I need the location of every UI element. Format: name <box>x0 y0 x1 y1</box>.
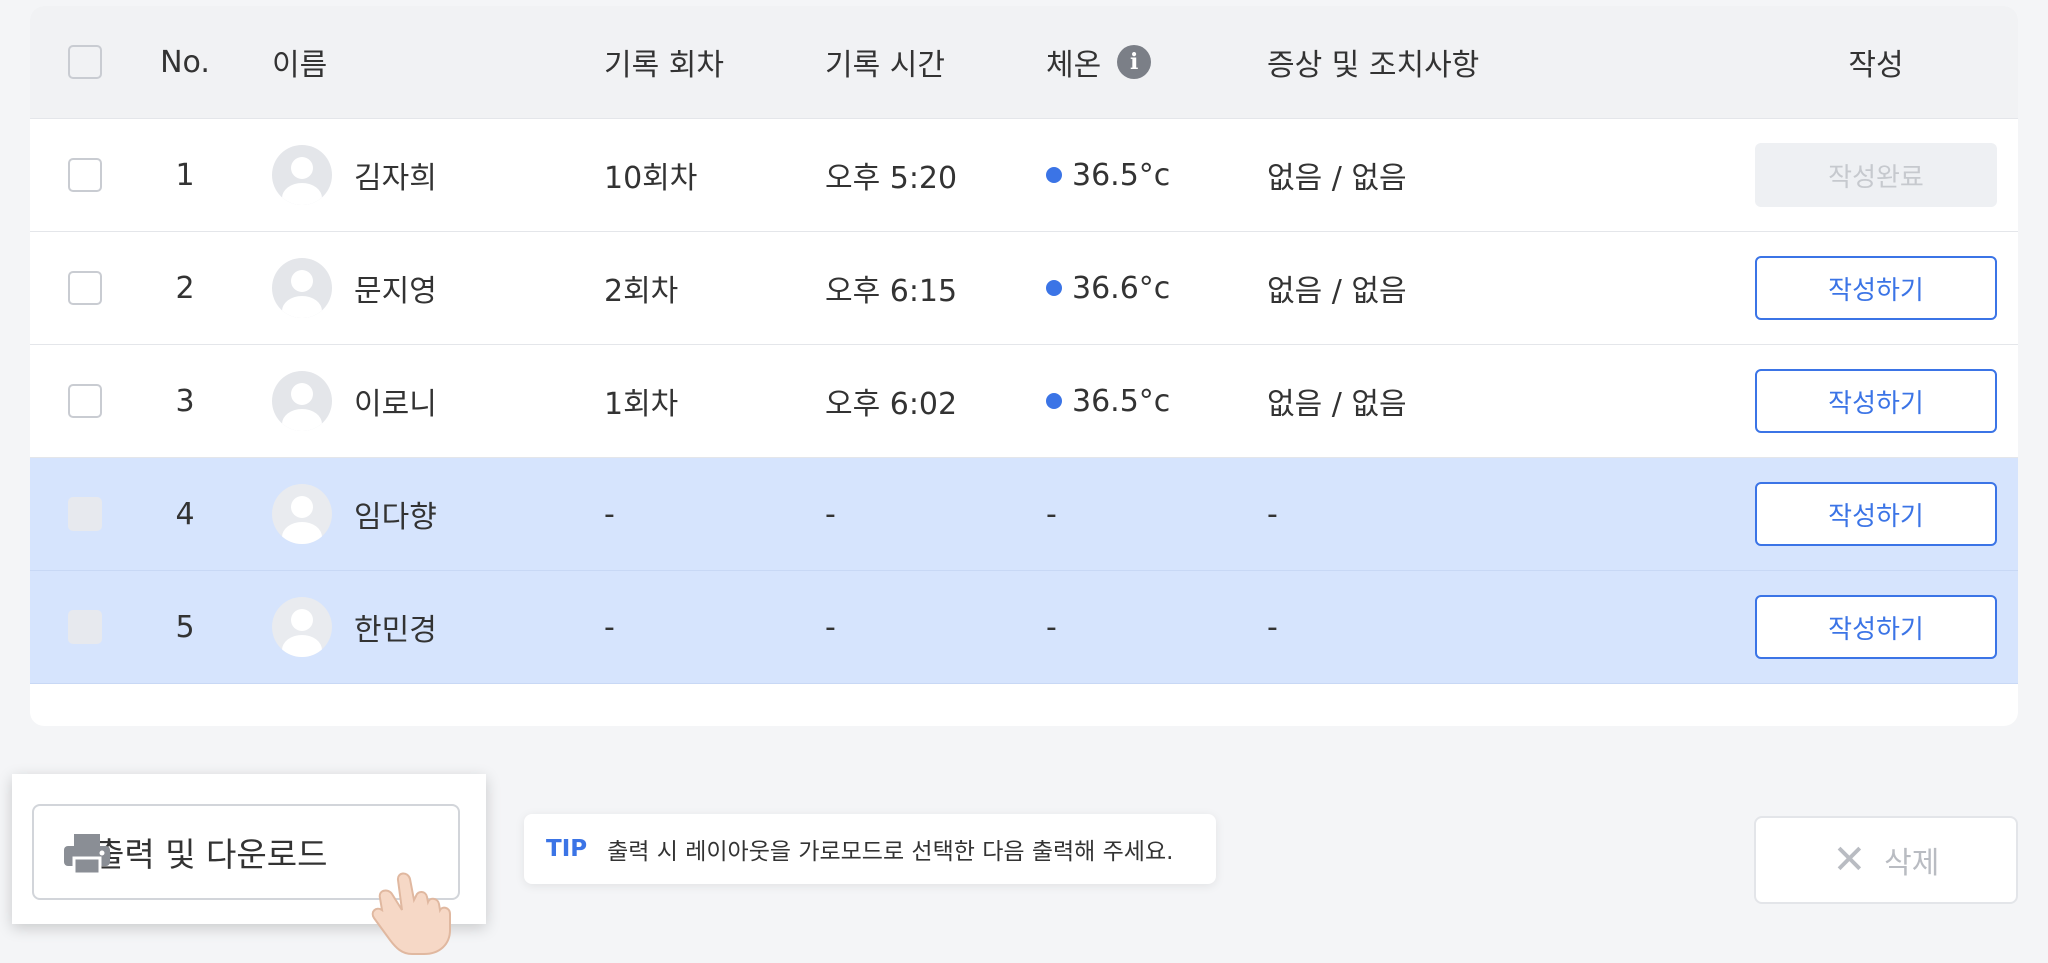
row-name-cell: 한민경 <box>272 571 437 683</box>
row-round: - <box>604 496 615 532</box>
row-temp-cell: 36.5°c <box>1046 119 1170 231</box>
header-action: 작성 <box>1848 48 1904 83</box>
row-no: 1 <box>175 157 195 193</box>
row-action-cell: 작성하기 <box>1754 345 1998 457</box>
info-icon[interactable]: i <box>1117 45 1152 79</box>
tip-text: 출력 시 레이아웃을 가로모드로 선택한 다음 출력해 주세요. <box>607 839 1174 865</box>
write-done-button: 작성완료 <box>1755 143 1997 207</box>
row-action-cell: 작성하기 <box>1754 571 1998 683</box>
user-avatar-icon <box>272 371 332 431</box>
row-name-cell: 이로니 <box>272 345 437 457</box>
temp-status-dot-icon <box>1046 393 1062 409</box>
table-row[interactable]: 3 이로니 1회차 오후 6:02 36.5°c 없음 / 없음 작성하기 <box>30 345 2018 458</box>
row-action-cell: 작성하기 <box>1754 232 1998 344</box>
select-all-checkbox-cell <box>68 6 102 118</box>
row-temp-cell: - <box>1046 571 1057 683</box>
row-symptoms: 없음 / 없음 <box>1267 161 1407 196</box>
row-time: - <box>825 496 836 532</box>
write-button[interactable]: 작성하기 <box>1755 595 1997 659</box>
row-temp-cell: 36.5°c <box>1046 345 1170 457</box>
row-no: 3 <box>175 383 195 419</box>
row-checkbox[interactable] <box>68 497 102 531</box>
write-button[interactable]: 작성하기 <box>1755 369 1997 433</box>
header-name: 이름 <box>272 48 328 83</box>
row-checkbox-cell <box>68 571 102 683</box>
row-checkbox-cell <box>68 119 102 231</box>
header-temp-label: 체온 <box>1046 48 1102 83</box>
row-temp: - <box>1046 609 1057 645</box>
row-round: 10회차 <box>604 161 698 196</box>
row-temp: 36.5°c <box>1072 383 1171 419</box>
user-avatar-icon <box>272 258 332 318</box>
row-checkbox[interactable] <box>68 610 102 644</box>
row-checkbox-cell <box>68 345 102 457</box>
row-name-cell: 김자희 <box>272 119 437 231</box>
row-checkbox-cell <box>68 232 102 344</box>
table-header: No. 이름 기록 회차 기록 시간 체온 i 증상 및 조치사항 작성 <box>30 6 2018 119</box>
row-no: 5 <box>175 609 195 645</box>
print-download-label: 출력 및 다운로드 <box>94 835 328 874</box>
temp-status-dot-icon <box>1046 280 1062 296</box>
temp-status-dot-icon <box>1046 167 1062 183</box>
row-symptoms: - <box>1267 609 1278 645</box>
row-action-cell: 작성완료 <box>1754 119 1998 231</box>
write-button[interactable]: 작성하기 <box>1755 256 1997 320</box>
row-temp-cell: 36.6°c <box>1046 232 1170 344</box>
row-temp: 36.5°c <box>1072 157 1171 193</box>
header-temp: 체온 i <box>1046 6 1152 118</box>
header-symptoms: 증상 및 조치사항 <box>1267 48 1480 83</box>
row-checkbox[interactable] <box>68 384 102 418</box>
row-checkbox[interactable] <box>68 158 102 192</box>
row-name: 김자희 <box>354 161 437 196</box>
row-symptoms: - <box>1267 496 1278 532</box>
hand-pointer-icon <box>371 872 451 955</box>
row-time: 오후 5:20 <box>825 161 958 196</box>
printer-icon <box>64 834 110 876</box>
delete-button[interactable]: ✕ 삭제 <box>1754 816 2018 904</box>
row-temp: - <box>1046 496 1057 532</box>
header-no: No. <box>160 44 210 80</box>
row-round: 2회차 <box>604 274 679 309</box>
write-button[interactable]: 작성하기 <box>1755 482 1997 546</box>
row-checkbox[interactable] <box>68 271 102 305</box>
row-round: - <box>604 609 615 645</box>
user-avatar-icon <box>272 597 332 657</box>
row-action-cell: 작성하기 <box>1754 458 1998 570</box>
row-symptoms: 없음 / 없음 <box>1267 274 1407 309</box>
select-all-checkbox[interactable] <box>68 45 102 79</box>
row-name: 임다향 <box>354 500 437 535</box>
table-row[interactable]: 4 임다향 - - - - 작성하기 <box>30 458 2018 571</box>
row-no: 4 <box>175 496 195 532</box>
row-temp-cell: - <box>1046 458 1057 570</box>
row-name: 이로니 <box>354 387 437 422</box>
row-name: 문지영 <box>354 274 437 309</box>
row-time: 오후 6:02 <box>825 387 958 422</box>
tip-label: TIP <box>546 836 588 862</box>
row-name-cell: 임다향 <box>272 458 437 570</box>
table-row[interactable]: 1 김자희 10회차 오후 5:20 36.5°c 없음 / 없음 작성완료 <box>30 119 2018 232</box>
row-temp: 36.6°c <box>1072 270 1171 306</box>
delete-label: 삭제 <box>1884 846 1940 881</box>
row-time: 오후 6:15 <box>825 274 958 309</box>
tip-box: TIP 출력 시 레이아웃을 가로모드로 선택한 다음 출력해 주세요. <box>524 814 1216 884</box>
row-time: - <box>825 609 836 645</box>
user-avatar-icon <box>272 145 332 205</box>
user-avatar-icon <box>272 484 332 544</box>
close-icon: ✕ <box>1832 837 1867 883</box>
header-round: 기록 회차 <box>604 48 724 83</box>
table-body: 1 김자희 10회차 오후 5:20 36.5°c 없음 / 없음 작성완료 2… <box>30 119 2018 684</box>
row-symptoms: 없음 / 없음 <box>1267 387 1407 422</box>
row-name-cell: 문지영 <box>272 232 437 344</box>
records-table: No. 이름 기록 회차 기록 시간 체온 i 증상 및 조치사항 작성 1 김… <box>30 6 2018 726</box>
row-no: 2 <box>175 270 195 306</box>
table-row[interactable]: 2 문지영 2회차 오후 6:15 36.6°c 없음 / 없음 작성하기 <box>30 232 2018 345</box>
table-row[interactable]: 5 한민경 - - - - 작성하기 <box>30 571 2018 684</box>
row-name: 한민경 <box>354 613 437 648</box>
row-checkbox-cell <box>68 458 102 570</box>
header-time: 기록 시간 <box>825 48 945 83</box>
row-round: 1회차 <box>604 387 679 422</box>
